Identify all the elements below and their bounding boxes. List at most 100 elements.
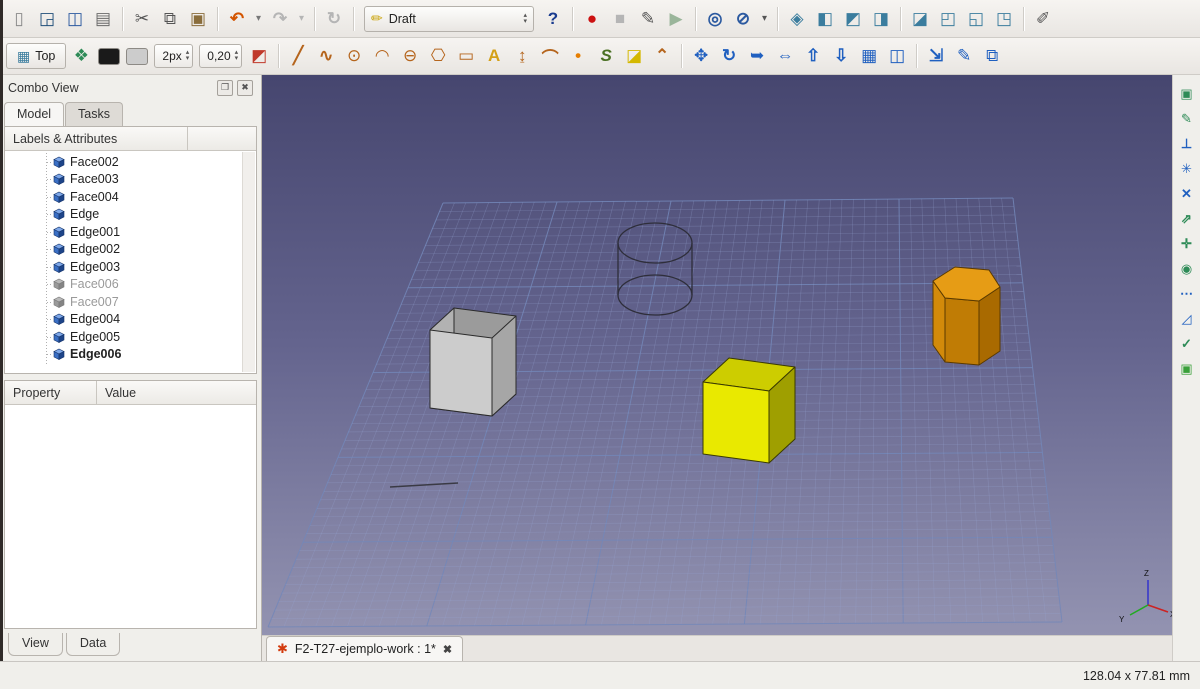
tree-item-edge003[interactable]: Edge003 (5, 258, 256, 276)
tree-item-edge006[interactable]: Edge006 (5, 346, 256, 364)
tree-item-edge001[interactable]: Edge001 (5, 223, 256, 241)
object-gray-box[interactable] (430, 308, 516, 416)
draft-array[interactable]: ▦ (856, 43, 882, 69)
draft-mirror[interactable]: ◫ (884, 43, 910, 69)
draft-shapestring[interactable]: S (593, 43, 619, 69)
whats-this[interactable]: ? (540, 6, 566, 32)
tab-tasks[interactable]: Tasks (65, 102, 123, 126)
spinner-arrows-icon[interactable]: ▴▾ (235, 50, 239, 62)
workbench-selector[interactable]: ✏ Draft ▴▾ (364, 6, 534, 32)
draft-rectangle[interactable]: ▭ (453, 43, 479, 69)
view-top[interactable]: ◩ (840, 6, 866, 32)
tree-item-face002[interactable]: Face002 (5, 153, 256, 171)
tree-item-edge004[interactable]: Edge004 (5, 311, 256, 329)
draft-circle[interactable]: ⊙ (341, 43, 367, 69)
snap-angle[interactable]: ◿ (1176, 308, 1198, 330)
snap-midpoint[interactable]: ⊥ (1176, 133, 1198, 155)
snap-grid[interactable]: ✳ (1176, 158, 1198, 180)
draft-ellipse[interactable]: ⊖ (397, 43, 423, 69)
close-panel-button[interactable]: ✖ (237, 80, 253, 96)
new-document[interactable]: ▯ (6, 6, 32, 32)
draft-apply-style[interactable]: ✎ (951, 43, 977, 69)
clip-plane[interactable]: ⊘ (730, 6, 756, 32)
draft-line[interactable]: ╱ (285, 43, 311, 69)
draft-move[interactable]: ✥ (688, 43, 714, 69)
macro-play[interactable]: ▶ (663, 6, 689, 32)
cut[interactable]: ✂ (129, 6, 155, 32)
tree-item-edge005[interactable]: Edge005 (5, 328, 256, 346)
object-orange-prism[interactable] (933, 267, 1000, 365)
face-color-swatch[interactable] (126, 48, 148, 65)
draft-arc[interactable]: ◠ (369, 43, 395, 69)
tab-view[interactable]: View (8, 633, 63, 656)
tab-data[interactable]: Data (66, 633, 120, 656)
open-file[interactable]: ◲ (34, 6, 60, 32)
float-panel-button[interactable]: ❐ (217, 80, 233, 96)
tree-item-face007[interactable]: Face007 (5, 293, 256, 311)
tree-item-face004[interactable]: Face004 (5, 188, 256, 206)
refresh[interactable]: ↻ (321, 6, 347, 32)
zoom-box[interactable]: ◎ (702, 6, 728, 32)
macro-stop[interactable]: ■ (607, 6, 633, 32)
tree-item-edge002[interactable]: Edge002 (5, 241, 256, 259)
toggle-grid-button[interactable]: ❖ (68, 43, 94, 69)
draft-offset[interactable]: ➥ (744, 43, 770, 69)
draft-dimension[interactable]: ↨ (509, 43, 535, 69)
view-isometric[interactable]: ◈ (784, 6, 810, 32)
snap-extension[interactable]: ✛ (1176, 233, 1198, 255)
view-dropdown[interactable]: ▾ (758, 6, 771, 32)
redo-dropdown[interactable]: ▾ (295, 6, 308, 32)
viewport-canvas[interactable]: Z X Y (262, 75, 1172, 635)
undo-dropdown[interactable]: ▾ (252, 6, 265, 32)
view-right[interactable]: ◨ (868, 6, 894, 32)
snap-working-plane[interactable]: ▣ (1176, 358, 1198, 380)
draft-facebinder[interactable]: ◪ (621, 43, 647, 69)
sketch-line[interactable] (390, 483, 458, 487)
3d-viewport[interactable]: Z X Y (262, 75, 1172, 635)
scale-spinner[interactable]: 0,20 ▴▾ (199, 44, 242, 68)
draft-downgrade[interactable]: ⇩ (828, 43, 854, 69)
tree-scrollbar[interactable] (242, 152, 255, 372)
draft-upgrade[interactable]: ⇧ (800, 43, 826, 69)
document-tab[interactable]: ✱ F2-T27-ejemplo-work : 1* ✖ (266, 636, 463, 661)
spinner-arrows-icon[interactable]: ▴▾ (186, 50, 190, 62)
object-yellow-cube[interactable] (703, 358, 795, 463)
line-color-swatch[interactable] (98, 48, 120, 65)
measure-tool[interactable]: ✐ (1030, 6, 1056, 32)
paste[interactable]: ▣ (185, 6, 211, 32)
construction-mode-button[interactable]: ◩ (246, 43, 272, 69)
macro-edit[interactable]: ✎ (635, 6, 661, 32)
draft-fillet[interactable]: ⌃ (649, 43, 675, 69)
macro-record[interactable]: ● (579, 6, 605, 32)
tree-item-face003[interactable]: Face003 (5, 171, 256, 189)
draft-trimex[interactable]: ⇔ (772, 43, 798, 69)
snap-endpoint[interactable]: ✎ (1176, 108, 1198, 130)
draft-rotate[interactable]: ↻ (716, 43, 742, 69)
draft-polygon[interactable]: ⎔ (425, 43, 451, 69)
undo[interactable]: ↶ (224, 6, 250, 32)
view-axonometric[interactable]: ◳ (991, 6, 1017, 32)
snap-center[interactable]: ◉ (1176, 258, 1198, 280)
close-document-icon[interactable]: ✖ (443, 643, 452, 656)
line-width-spinner[interactable]: 2px ▴▾ (154, 44, 193, 68)
snap-lock[interactable]: ▣ (1176, 83, 1198, 105)
tab-model[interactable]: Model (4, 102, 64, 126)
snap-dimensions[interactable]: ✓ (1176, 333, 1198, 355)
print[interactable]: ▤ (90, 6, 116, 32)
tree-item-face006[interactable]: Face006 (5, 276, 256, 294)
working-plane-button[interactable]: ▦ Top (6, 43, 66, 69)
view-rear[interactable]: ◪ (907, 6, 933, 32)
copy[interactable]: ⧉ (157, 6, 183, 32)
redo[interactable]: ↷ (267, 6, 293, 32)
view-bottom[interactable]: ◰ (935, 6, 961, 32)
draft-polyline[interactable]: ∿ (313, 43, 339, 69)
snap-intersection[interactable]: ✕ (1176, 183, 1198, 205)
draft-scale[interactable]: ⇲ (923, 43, 949, 69)
draft-bspline[interactable]: ⌒ (537, 43, 563, 69)
snap-parallel[interactable]: ⇗ (1176, 208, 1198, 230)
draft-layers[interactable]: ⧉ (979, 43, 1005, 69)
snap-ortho[interactable]: ⋯ (1176, 283, 1198, 305)
draft-text[interactable]: A (481, 43, 507, 69)
view-front[interactable]: ◧ (812, 6, 838, 32)
tree-item-edge[interactable]: Edge (5, 206, 256, 224)
